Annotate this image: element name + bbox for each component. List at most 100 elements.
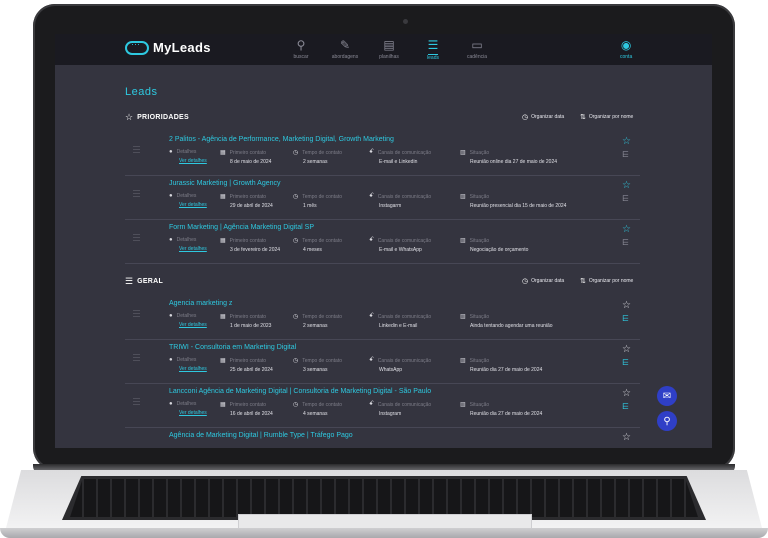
nav-item-planilhas[interactable]: ▤ planilhas: [367, 38, 411, 61]
see-details-link[interactable]: Ver detalhes: [179, 246, 207, 252]
move-to-list-icon[interactable]: ⋿: [622, 194, 629, 203]
star-outline-icon[interactable]: ☆: [622, 432, 631, 443]
channels-column: ꗃ Canais de comunicação E-mail e WhatsApp: [369, 237, 432, 253]
sheet-icon: ▤: [383, 38, 395, 52]
lead-name[interactable]: Form Marketing | Agência Marketing Digit…: [169, 224, 314, 231]
contact-time-column: ◷ Tempo de contato 1 mês: [293, 193, 342, 210]
logo[interactable]: MyLeads: [125, 39, 211, 55]
move-to-priority-icon[interactable]: ⋿: [622, 402, 629, 411]
clock-icon: ◷: [293, 194, 299, 200]
lead-name[interactable]: TRIWI - Consultoria em Marketing Digital: [169, 344, 296, 351]
calendar-icon: ▦: [220, 314, 226, 320]
status-column: ▥ Situação Reunião dia 27 de maio de 2024: [460, 401, 543, 418]
contact-time-column: ◷ Tempo de contato 4 semanas: [293, 401, 342, 418]
lead-row[interactable]: ― ― ― Jurassic Marketing | Growth Agency ●…: [125, 176, 640, 220]
sort-by-name-button[interactable]: ⇅ Organizar por nome: [580, 277, 633, 285]
status-column: ▥ Situação Reunião dia 27 de maio de 2024: [460, 357, 543, 374]
info-icon: ●: [169, 149, 173, 155]
info-icon: ●: [169, 237, 173, 243]
lead-row[interactable]: ― ― ― Form Marketing | Agência Marketing D…: [125, 220, 640, 264]
chat-icon: ▭: [471, 38, 483, 52]
clock-icon: ◷: [293, 150, 299, 156]
lead-name[interactable]: Lancconi Agência de Marketing Digital | …: [169, 388, 431, 395]
lead-name[interactable]: Agencia marketing z: [169, 300, 232, 307]
first-contact-column: ▦ Primeiro contato 16 de abril de 2024: [220, 401, 273, 418]
drag-handle-icon[interactable]: ― ― ―: [133, 307, 140, 320]
lead-row[interactable]: Agência de Marketing Digital | Rumble Ty…: [125, 428, 640, 448]
nav-item-leads[interactable]: ☰ leads: [411, 38, 455, 61]
move-to-priority-icon[interactable]: ⋿: [622, 358, 629, 367]
details-column: ● Detalhes Ver detalhes: [169, 357, 207, 372]
first-contact-column: ▦ Primeiro contato 25 de abril de 2024: [220, 357, 273, 374]
move-to-list-icon[interactable]: ⋿: [622, 150, 629, 159]
see-details-link[interactable]: Ver detalhes: [179, 202, 207, 208]
first-contact-column: ▦ Primeiro contato 29 de abril de 2024: [220, 193, 273, 210]
nav-item-abordagens[interactable]: ✎ abordagens: [323, 38, 367, 61]
details-column: ● Detalhes Ver detalhes: [169, 313, 207, 328]
star-filled-icon[interactable]: ☆: [622, 224, 631, 235]
document-icon: ▥: [460, 150, 466, 156]
calendar-icon: ▦: [220, 150, 226, 156]
general-section-header: ☰ GERAL ◷ Organizar data ⇅ Organizar por…: [125, 274, 640, 288]
floating-contact-button[interactable]: ✉: [657, 386, 677, 406]
sort-by-date-button[interactable]: ◷ Organizar data: [522, 113, 564, 121]
lead-row[interactable]: ― ― ― 2 Palitos - Agência de Performance, …: [125, 132, 640, 176]
nav-item-conta[interactable]: ◉ conta: [620, 38, 632, 60]
first-contact-column: ▦ Primeiro contato 1 de maio de 2023: [220, 313, 272, 330]
pen-icon: ✎: [339, 38, 351, 52]
brand-name: MyLeads: [153, 40, 211, 55]
people-icon: ꗃ: [369, 237, 374, 243]
star-outline-icon: ☆: [125, 111, 134, 122]
drag-handle-icon[interactable]: ― ― ―: [133, 395, 140, 408]
nav-item-cadencia[interactable]: ▭ cadência: [455, 38, 499, 61]
star-outline-icon[interactable]: ☆: [622, 300, 631, 311]
floating-search-button[interactable]: ⚲: [657, 411, 677, 431]
see-details-link[interactable]: Ver detalhes: [179, 322, 207, 328]
camera-dot: [403, 19, 408, 24]
drag-handle-icon[interactable]: ― ― ―: [133, 143, 140, 156]
contact-time-column: ◷ Tempo de contato 2 semanas: [293, 149, 342, 166]
star-outline-icon[interactable]: ☆: [622, 388, 631, 399]
priorities-section-header: ☆ PRIORIDADES ◷ Organizar data ⇅ Organiz…: [125, 110, 640, 124]
drag-handle-icon[interactable]: ― ― ―: [133, 231, 140, 244]
star-filled-icon[interactable]: ☆: [622, 180, 631, 191]
drag-handle-icon[interactable]: ― ― ―: [133, 351, 140, 364]
channels-column: ꗃ Canais de comunicação WhatsApp: [369, 357, 432, 373]
top-navigation-bar: MyLeads ⚲ buscar ✎ abordagens ▤ planilha…: [55, 34, 712, 65]
clock-icon: ◷: [293, 358, 299, 364]
star-outline-icon[interactable]: ☆: [622, 344, 631, 355]
handshake-icon: ✉: [662, 390, 672, 402]
lead-row[interactable]: ― ― ― TRIWI - Consultoria em Marketing Dig…: [125, 340, 640, 384]
see-details-link[interactable]: Ver detalhes: [179, 366, 207, 372]
move-to-priority-icon[interactable]: ⋿: [622, 314, 629, 323]
lead-row[interactable]: ― ― ― Lancconi Agência de Marketing Digita…: [125, 384, 640, 428]
calendar-icon: ▦: [220, 402, 226, 408]
document-icon: ▥: [460, 314, 466, 320]
see-details-link[interactable]: Ver detalhes: [179, 158, 207, 164]
people-icon: ꗃ: [369, 313, 374, 319]
lead-name[interactable]: Jurassic Marketing | Growth Agency: [169, 180, 281, 187]
move-to-list-icon[interactable]: ⋿: [622, 238, 629, 247]
account-label: conta: [620, 54, 633, 60]
clock-icon: ◷: [293, 314, 299, 320]
calendar-icon: ▦: [220, 238, 226, 244]
info-icon: ●: [169, 193, 173, 199]
section-title: GERAL: [137, 277, 164, 285]
drag-handle-icon[interactable]: ― ― ―: [133, 187, 140, 200]
lead-row[interactable]: ― ― ― Agencia marketing z ● Detalhes Ver de…: [125, 296, 640, 340]
lead-name[interactable]: 2 Palitos - Agência de Performance, Mark…: [169, 136, 394, 143]
contact-time-column: ◷ Tempo de contato 4 meses: [293, 237, 342, 254]
main-nav: ⚲ buscar ✎ abordagens ▤ planilhas ☰ lead…: [279, 38, 499, 61]
star-filled-icon[interactable]: ☆: [622, 136, 631, 147]
sort-by-name-button[interactable]: ⇅ Organizar por nome: [580, 113, 633, 121]
see-details-link[interactable]: Ver detalhes: [179, 410, 207, 416]
checklist-icon: ☰: [427, 38, 439, 55]
nav-item-buscar[interactable]: ⚲ buscar: [279, 38, 323, 61]
first-contact-column: ▦ Primeiro contato 3 de fevereiro de 2024: [220, 237, 281, 254]
details-column: ● Detalhes Ver detalhes: [169, 401, 207, 416]
info-icon: ●: [169, 313, 173, 319]
logo-mark-icon: [125, 39, 149, 55]
nav-label: leads: [427, 55, 439, 61]
sort-by-date-button[interactable]: ◷ Organizar data: [522, 277, 564, 285]
lead-name[interactable]: Agência de Marketing Digital | Rumble Ty…: [169, 432, 353, 439]
